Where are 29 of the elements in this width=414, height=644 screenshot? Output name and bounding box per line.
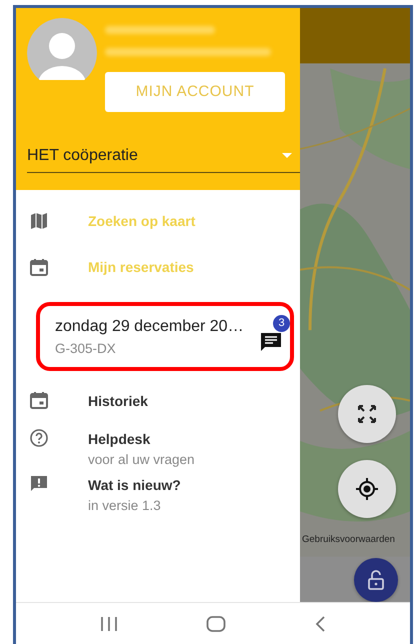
chat-icon[interactable] bbox=[260, 331, 282, 354]
menu-item[interactable]: Helpdesk voor al uw vragen bbox=[16, 425, 300, 470]
reservation-date: zondag 29 december 20… bbox=[55, 317, 245, 337]
calendar-icon bbox=[30, 391, 48, 410]
count-badge: 3 bbox=[273, 315, 290, 332]
menu-subtitle: voor al uw vragen bbox=[88, 451, 195, 470]
menu-item[interactable]: Wat is nieuw? in versie 1.3 bbox=[16, 470, 300, 516]
menu-label: Zoeken op kaart bbox=[88, 212, 196, 231]
menu-label: Wat is nieuw? bbox=[88, 476, 181, 494]
calendar-icon bbox=[30, 258, 48, 276]
help-icon bbox=[30, 429, 48, 448]
menu-label: Historiek bbox=[88, 392, 148, 412]
unlock-icon bbox=[367, 570, 385, 590]
terms-link[interactable]: Gebruiksvoorwaarden bbox=[302, 533, 395, 548]
menu-subtitle: in versie 1.3 bbox=[88, 496, 162, 514]
fullscreen-icon bbox=[357, 404, 377, 424]
feedback-icon bbox=[30, 474, 48, 492]
plate-number: G-305-DX bbox=[55, 340, 117, 358]
menu-label: Helpdesk bbox=[88, 430, 152, 450]
recent-apps-icon[interactable] bbox=[100, 616, 118, 632]
back-icon[interactable] bbox=[314, 614, 326, 632]
reservation-item[interactable]: zondag 29 december 20… G-305-DX 3 bbox=[36, 302, 294, 372]
avatar bbox=[27, 18, 97, 80]
map-icon bbox=[30, 212, 48, 230]
location-target-icon bbox=[356, 478, 378, 500]
caret-icon bbox=[282, 153, 292, 159]
home-icon[interactable] bbox=[206, 614, 226, 632]
menu-label: Mijn reservaties bbox=[88, 258, 194, 277]
menu-item[interactable]: Historiek bbox=[16, 387, 300, 426]
